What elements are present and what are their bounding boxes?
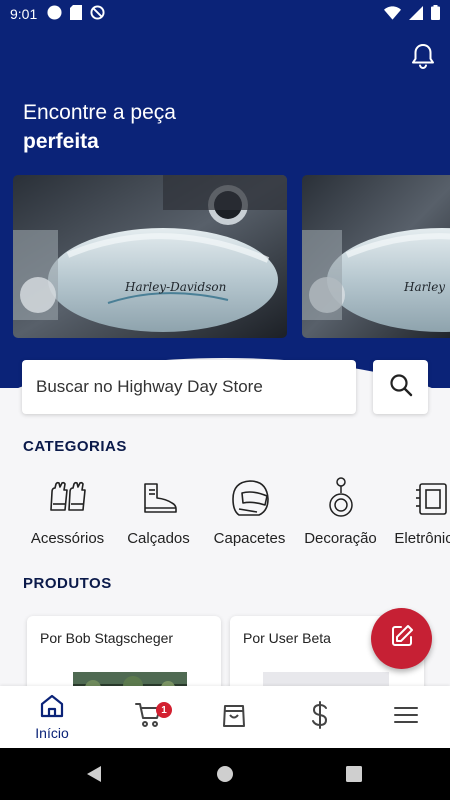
search-input[interactable] <box>36 377 342 397</box>
system-nav-bar <box>0 748 450 800</box>
category-label: Capacetes <box>213 530 286 547</box>
electronics-icon <box>384 470 450 525</box>
bell-icon[interactable] <box>410 42 436 70</box>
category-decoracao[interactable]: Decoração <box>293 470 388 547</box>
motorcycle-tank-banner-2[interactable]: Harley <box>302 175 450 338</box>
nav-label: Início <box>35 724 69 741</box>
helmet-icon <box>202 470 297 525</box>
category-capacetes[interactable]: Capacetes <box>202 470 297 547</box>
headline-line1: Encontre a peça <box>23 101 176 124</box>
category-eletronicos[interactable]: Eletrônicos <box>384 470 450 547</box>
sd-card-icon <box>70 5 83 23</box>
home-button-icon[interactable] <box>213 762 237 786</box>
menu-icon <box>394 706 418 729</box>
product-seller: Por User Beta <box>243 630 331 646</box>
category-label: Calçados <box>127 530 190 547</box>
search-box[interactable] <box>22 360 356 414</box>
boot-icon <box>111 470 206 525</box>
svg-text:Harley: Harley <box>403 280 445 294</box>
circle-icon <box>47 5 62 23</box>
keychain-icon <box>293 470 388 525</box>
svg-text:Harley-Davidson: Harley-Davidson <box>124 280 226 294</box>
do-not-disturb-icon <box>90 5 105 23</box>
edit-fab-button[interactable] <box>371 608 432 669</box>
cart-badge: 1 <box>156 702 172 718</box>
dollar-icon <box>311 700 329 734</box>
category-label: Acessórios <box>30 530 105 547</box>
category-calcados[interactable]: Calçados <box>111 470 206 547</box>
category-label: Eletrônicos <box>394 530 450 547</box>
battery-icon <box>431 5 440 23</box>
categories-title: CATEGORIAS <box>23 438 127 455</box>
status-right-icons <box>384 5 440 23</box>
home-icon <box>39 694 65 723</box>
signal-icon <box>409 5 423 23</box>
headline: Encontre a peça perfeita <box>23 98 176 156</box>
app-screen: 9:01 Encontre a peça perfeita Harley-Dav… <box>0 0 450 800</box>
category-acessorios[interactable]: Acessórios <box>20 470 115 547</box>
status-bar: 9:01 <box>0 0 450 28</box>
gloves-icon <box>20 470 115 525</box>
motorcycle-tank-banner-1[interactable]: Harley-Davidson <box>13 175 287 338</box>
search-button[interactable] <box>373 360 428 414</box>
nav-item-cart[interactable]: 1 <box>104 686 194 748</box>
edit-icon <box>390 624 414 653</box>
search-icon <box>389 373 413 402</box>
status-time: 9:01 <box>10 6 38 22</box>
headline-line2: perfeita <box>23 130 99 153</box>
nav-item-bag[interactable] <box>189 686 279 748</box>
nav-item-inicio[interactable]: Início <box>7 686 97 748</box>
back-icon[interactable] <box>82 762 106 786</box>
bottom-nav: Início 1 <box>0 686 450 748</box>
nav-item-dollar[interactable] <box>275 686 365 748</box>
bag-icon <box>222 702 246 733</box>
nav-item-menu[interactable] <box>361 686 450 748</box>
product-seller: Por Bob Stagscheger <box>40 630 174 646</box>
categories-list: Acessórios Calçados Capacetes Decoração … <box>0 470 450 560</box>
wifi-icon <box>384 5 401 23</box>
recents-icon[interactable] <box>342 762 366 786</box>
category-label: Decoração <box>304 530 377 547</box>
products-title: PRODUTOS <box>23 575 112 592</box>
